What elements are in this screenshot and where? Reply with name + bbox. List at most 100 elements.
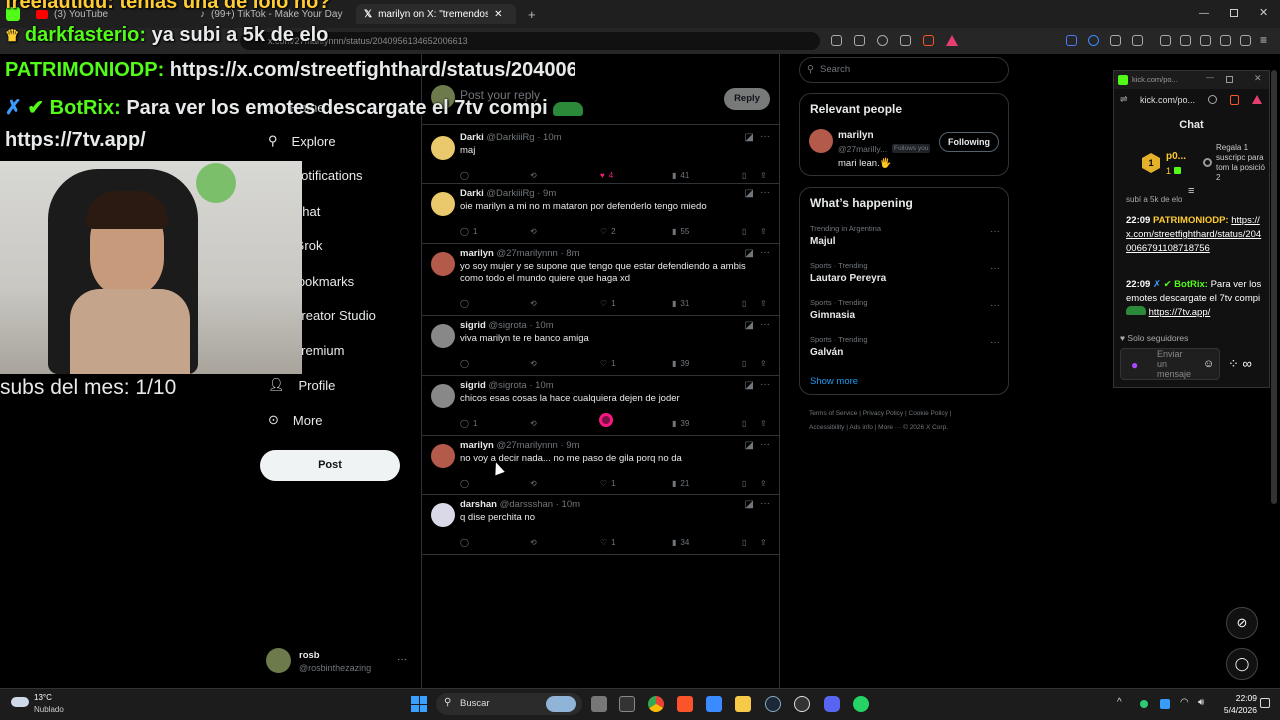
tray-app-icon[interactable]: [1160, 699, 1170, 709]
share-action[interactable]: ⇪: [760, 538, 767, 547]
repost-action[interactable]: ⟲: [530, 299, 541, 308]
author-name[interactable]: darshan: [460, 499, 497, 510]
close-window-icon[interactable]: ✕: [1259, 6, 1268, 19]
weather-icon[interactable]: [11, 697, 29, 707]
trend-item[interactable]: Sports · Trending Gimnasia ···: [810, 298, 1000, 321]
brave-rewards-icon[interactable]: [1252, 95, 1262, 104]
post-button[interactable]: Post: [260, 450, 400, 481]
author-name[interactable]: sigrid: [460, 320, 486, 331]
whatsapp-icon[interactable]: [853, 696, 869, 712]
volume-icon[interactable]: 🔊︎: [1198, 697, 1204, 708]
tweet-time[interactable]: 10m: [543, 132, 561, 143]
file-explorer-icon[interactable]: [735, 696, 751, 712]
send-apps-icon[interactable]: ⁘ ∞: [1228, 356, 1252, 372]
tweet-time[interactable]: 9m: [566, 440, 579, 451]
maximize-icon[interactable]: [1226, 76, 1233, 83]
grok-icon[interactable]: ◪: [745, 440, 754, 451]
translate-icon[interactable]: [831, 35, 842, 46]
repost-action[interactable]: ⟲: [530, 479, 541, 488]
tweet[interactable]: Darki @DarkiiiRg · 9m ◪ ··· oie marilyn a m…: [422, 184, 780, 244]
task-view-icon[interactable]: [591, 696, 607, 712]
nav-profile[interactable]: 👤︎ Profile: [268, 374, 335, 396]
popup-addressbar[interactable]: ⇌ kick.com/po...: [1114, 91, 1269, 109]
share-action[interactable]: ⇪: [760, 419, 767, 428]
avatar[interactable]: [431, 136, 455, 160]
new-tab-button[interactable]: +: [520, 4, 540, 24]
tweet-time[interactable]: 8m: [566, 248, 579, 259]
more-icon[interactable]: ···: [760, 379, 770, 390]
like-action[interactable]: ♡ 1: [600, 359, 616, 368]
grok-icon[interactable]: ◪: [745, 248, 754, 259]
more-icon[interactable]: ···: [990, 337, 1000, 348]
repost-action[interactable]: ⟲: [530, 538, 541, 547]
trend-item[interactable]: Sports · Trending Lautaro Pereyra ···: [810, 261, 1000, 284]
tweet[interactable]: sigrid @sigrota · 10m ◪ ··· chicos esas cos…: [422, 376, 780, 436]
footer-link[interactable]: Terms of Service: [809, 410, 857, 417]
vpn-icon[interactable]: [1240, 35, 1251, 46]
trend-item[interactable]: Trending in Argentina Majul ···: [810, 224, 1000, 247]
close-icon[interactable]: ✕: [1254, 73, 1262, 84]
more-icon[interactable]: ···: [760, 247, 770, 258]
grok-icon[interactable]: ◪: [745, 188, 754, 199]
share-icon[interactable]: [900, 35, 911, 46]
notifications-icon[interactable]: [1260, 698, 1270, 708]
reply-action[interactable]: ◯: [460, 299, 473, 308]
bookmark-action[interactable]: ▯: [742, 171, 746, 180]
msg-link[interactable]: https://7tv.app/: [1149, 307, 1211, 318]
views-action[interactable]: ▮ 41: [672, 171, 689, 180]
tweet-time[interactable]: 9m: [543, 188, 556, 199]
author-name[interactable]: Darki: [460, 188, 484, 199]
share-action[interactable]: ⇪: [760, 299, 767, 308]
reply-button[interactable]: Reply: [724, 88, 770, 110]
avatar[interactable]: [431, 503, 455, 527]
close-tab-icon[interactable]: ✕: [494, 9, 502, 20]
tweet-time[interactable]: 10m: [535, 380, 553, 391]
extension-icon-2[interactable]: [1088, 35, 1099, 46]
views-action[interactable]: ▮ 34: [672, 538, 689, 547]
cast-icon[interactable]: [854, 35, 865, 46]
taskbar-search[interactable]: ⚲ Buscar: [436, 693, 582, 715]
tab-x[interactable]: 𝕏 marilyn on X: "tremendos mogo ✕: [356, 4, 516, 24]
bookmark-action[interactable]: ▯: [742, 479, 746, 488]
avatar[interactable]: [431, 252, 455, 276]
site-settings-icon[interactable]: ⇌: [1120, 94, 1128, 105]
weather-temp[interactable]: 13°C: [34, 693, 52, 702]
emote-picker-icon[interactable]: ☺: [1203, 358, 1214, 370]
like-action[interactable]: ♡ 1: [600, 538, 616, 547]
avatar[interactable]: [809, 129, 833, 153]
maximize-icon[interactable]: [1230, 9, 1238, 17]
share-action[interactable]: ⇪: [760, 479, 767, 488]
tweet-time[interactable]: 10m: [562, 499, 580, 510]
nav-explore[interactable]: ⚲ Explore: [268, 130, 336, 152]
more-icon[interactable]: ···: [990, 226, 1000, 237]
bookmark-action[interactable]: ▯: [742, 419, 746, 428]
more-icon[interactable]: ···: [760, 498, 770, 509]
filter-icon[interactable]: ≡: [1188, 185, 1194, 197]
more-icon[interactable]: ···: [990, 263, 1000, 274]
zoom-icon[interactable]: [877, 35, 888, 46]
brave-shield-icon[interactable]: [923, 35, 934, 46]
tweet[interactable]: marilyn @27marilynnn · 8m ◪ ··· yo soy muje…: [422, 244, 780, 316]
tweet[interactable]: Darki @DarkiiiRg · 10m ◪ ··· maj ◯ ⟲ ♥ 4 ▮ 41 ▯ ⇪: [422, 128, 780, 184]
steam-icon[interactable]: [765, 696, 781, 712]
store-icon[interactable]: [706, 696, 722, 712]
sidebar-icon[interactable]: [1180, 35, 1191, 46]
chat-input[interactable]: ● Enviar un mensaje ☺: [1120, 348, 1220, 380]
extension-icon-4[interactable]: [1132, 35, 1143, 46]
footer-link[interactable]: Privacy Policy: [863, 410, 903, 417]
tweet[interactable]: sigrid @sigrota · 10m ◪ ··· viva marilyn te…: [422, 316, 780, 376]
avatar[interactable]: [431, 384, 455, 408]
like-action[interactable]: ♥ 4: [600, 171, 613, 180]
more-icon[interactable]: ···: [760, 131, 770, 142]
bookmark-action[interactable]: ▯: [742, 538, 746, 547]
pinned-gift-banner[interactable]: 1 p0... 1 Regala 1 suscripc para tom la …: [1114, 141, 1269, 191]
extension-icon-3[interactable]: [1110, 35, 1121, 46]
author-name[interactable]: marilyn: [460, 440, 494, 451]
avatar[interactable]: [431, 324, 455, 348]
tweet-time[interactable]: 10m: [535, 320, 553, 331]
wifi-icon[interactable]: ◠: [1180, 697, 1189, 708]
like-action[interactable]: ♡ 1: [600, 299, 616, 308]
share-action[interactable]: ⇪: [760, 171, 767, 180]
account-more-icon[interactable]: ···: [397, 654, 407, 665]
more-icon[interactable]: ···: [990, 300, 1000, 311]
